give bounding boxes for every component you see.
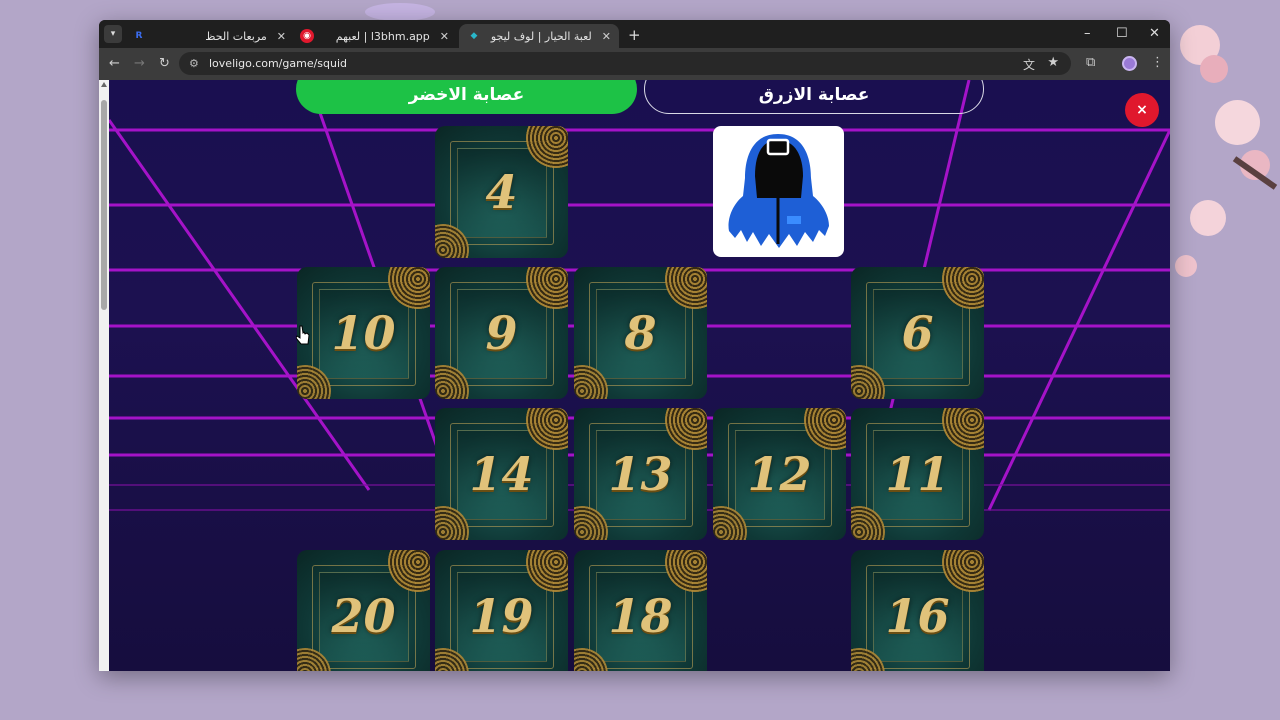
tab-lucky-squares[interactable]: R مربعات الحظ ✕ — [124, 24, 294, 48]
url-text: loveligo.com/game/squid — [209, 57, 348, 70]
eye-icon: ◉ — [300, 29, 314, 43]
number-card[interactable]: 14 — [435, 408, 568, 540]
tab-title: l3bhm.app | لعبهم — [335, 29, 430, 43]
game-page: عصابة الاخضر عصابة الازرق × 4 10 9 8 6 1… — [99, 80, 1170, 671]
number-card[interactable]: 18 — [574, 550, 707, 671]
minimize-icon[interactable]: – — [1084, 26, 1091, 41]
card-number: 8 — [624, 306, 657, 360]
browser-toolbar: ← → ↻ ⚙ loveligo.com/game/squid 文 ★ ⧉ ⋮ — [99, 48, 1170, 80]
team-blue-label: عصابة الازرق — [758, 85, 870, 105]
card-number: 10 — [331, 306, 396, 360]
profile-avatar[interactable] — [1122, 56, 1137, 71]
close-icon: × — [1136, 102, 1148, 118]
close-tab-icon[interactable]: ✕ — [602, 30, 611, 43]
browser-window: ▾ R مربعات الحظ ✕ ◉ l3bhm.app | لعبهم ✕ … — [99, 20, 1170, 671]
team-green-button[interactable]: عصابة الاخضر — [296, 80, 637, 114]
squid-game-guard-icon — [728, 134, 829, 248]
new-tab-button[interactable]: + — [628, 26, 641, 44]
number-card[interactable]: 4 — [435, 126, 568, 258]
tab-loveligo[interactable]: ◆ لعبة الحيار | لوف ليجو يوفر أفضل ✕ — [459, 24, 619, 48]
extensions-icon[interactable]: ⧉ — [1086, 55, 1095, 70]
close-game-button[interactable]: × — [1125, 93, 1159, 127]
card-number: 14 — [469, 447, 534, 501]
number-card[interactable]: 10 — [297, 267, 430, 399]
number-card[interactable]: 19 — [435, 550, 568, 671]
card-number: 9 — [485, 306, 518, 360]
card-number: 12 — [747, 447, 812, 501]
card-number: 18 — [608, 589, 673, 643]
number-card[interactable]: 8 — [574, 267, 707, 399]
mouse-pointer-icon — [296, 325, 310, 345]
number-card[interactable]: 6 — [851, 267, 984, 399]
scroll-thumb[interactable] — [101, 100, 107, 310]
translate-icon[interactable]: 文 — [1023, 56, 1035, 73]
number-card[interactable]: 16 — [851, 550, 984, 671]
team-green-label: عصابة الاخضر — [408, 85, 525, 105]
tab-title: لعبة الحيار | لوف ليجو يوفر أفضل — [487, 29, 592, 43]
card-number: 11 — [885, 447, 950, 501]
menu-icon[interactable]: ⋮ — [1151, 55, 1164, 70]
close-tab-icon[interactable]: ✕ — [277, 30, 286, 43]
close-window-icon[interactable]: ✕ — [1149, 26, 1160, 41]
card-number: 16 — [885, 589, 950, 643]
tab-search-button[interactable]: ▾ — [104, 25, 122, 43]
card-number: 4 — [485, 165, 518, 219]
back-icon[interactable]: ← — [109, 56, 120, 71]
number-card[interactable]: 13 — [574, 408, 707, 540]
bookmark-star-icon[interactable]: ★ — [1047, 55, 1059, 70]
tab-l3bhm[interactable]: ◉ l3bhm.app | لعبهم ✕ — [292, 24, 457, 48]
maximize-icon[interactable]: ☐ — [1116, 26, 1128, 41]
card-number: 20 — [331, 589, 396, 643]
loveligo-icon: ◆ — [470, 31, 478, 41]
rj-icon: R — [135, 31, 143, 41]
team-blue-button[interactable]: عصابة الازرق — [644, 80, 984, 114]
address-bar[interactable]: ⚙ loveligo.com/game/squid 文 ★ — [179, 52, 1071, 75]
card-number: 13 — [608, 447, 673, 501]
card-number: 19 — [469, 589, 534, 643]
site-info-icon[interactable]: ⚙ — [189, 57, 199, 70]
reload-icon[interactable]: ↻ — [159, 56, 170, 71]
tab-title: مربعات الحظ — [205, 29, 267, 43]
number-card[interactable]: 20 — [297, 550, 430, 671]
tab-bar: ▾ R مربعات الحظ ✕ ◉ l3bhm.app | لعبهم ✕ … — [99, 20, 1170, 48]
scroll-up-icon[interactable] — [101, 82, 107, 87]
scrollbar[interactable] — [99, 80, 109, 671]
number-card[interactable]: 12 — [713, 408, 846, 540]
card-number: 6 — [901, 306, 934, 360]
close-tab-icon[interactable]: ✕ — [440, 30, 449, 43]
guard-card[interactable] — [713, 126, 844, 257]
number-card[interactable]: 9 — [435, 267, 568, 399]
number-card[interactable]: 11 — [851, 408, 984, 540]
forward-icon[interactable]: → — [134, 56, 145, 71]
